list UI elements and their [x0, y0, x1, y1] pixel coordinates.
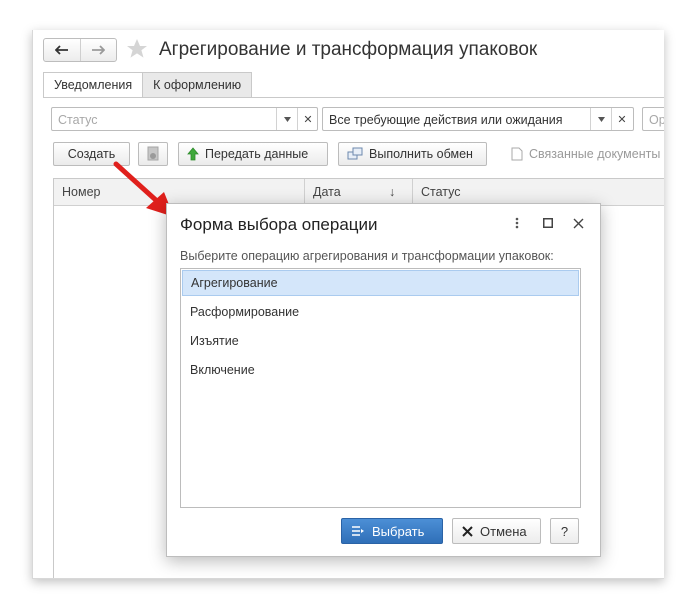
organization-placeholder: Ор	[649, 113, 664, 127]
help-button[interactable]: ?	[550, 518, 579, 544]
column-date[interactable]: Дата ↓	[304, 179, 412, 205]
tab-divider	[43, 97, 664, 98]
tab-to-process[interactable]: К оформлению	[142, 72, 253, 97]
select-list-icon	[352, 526, 364, 536]
arrow-left-icon	[54, 45, 68, 55]
mode-value: Все требующие действия или ожидания	[329, 113, 563, 127]
back-button[interactable]	[44, 39, 80, 61]
list-item-inclusion[interactable]: Включение	[182, 357, 579, 383]
organization-filter[interactable]: Ор	[642, 107, 664, 131]
list-item-disaggregation[interactable]: Расформирование	[182, 299, 579, 325]
maximize-button[interactable]	[539, 214, 557, 232]
dialog-title: Форма выбора операции	[180, 215, 378, 234]
close-icon	[462, 525, 473, 537]
run-exchange-label: Выполнить обмен	[369, 147, 473, 161]
window-title: Агрегирование и трансформация упаковок	[159, 39, 538, 60]
close-button[interactable]	[569, 214, 587, 232]
triangle-down-icon	[283, 116, 291, 122]
arrow-right-icon	[92, 45, 106, 55]
send-data-button[interactable]: Передать данные	[178, 142, 328, 166]
operation-select-dialog: Форма выбора операции Выберите операцию …	[166, 203, 601, 557]
operation-list[interactable]: Агрегирование Расформирование Изъятие Вк…	[180, 268, 581, 508]
mode-clear-button[interactable]: ✕	[611, 108, 632, 130]
arrow-up-green-icon	[187, 147, 199, 161]
mode-dropdown-button[interactable]	[590, 108, 611, 130]
close-icon	[573, 218, 583, 228]
more-menu-button[interactable]	[508, 214, 526, 232]
dialog-prompt: Выберите операцию агрегирования и трансф…	[180, 249, 554, 263]
column-status[interactable]: Статус	[412, 179, 664, 205]
select-button[interactable]: Выбрать	[341, 518, 443, 544]
status-dropdown-button[interactable]	[276, 108, 297, 130]
create-label: Создать	[67, 147, 116, 161]
related-documents-button[interactable]: Связанные документы	[511, 142, 660, 166]
mode-filter[interactable]: Все требующие действия или ожидания ✕	[322, 107, 634, 131]
help-label: ?	[560, 523, 569, 539]
maximize-icon	[543, 218, 553, 228]
cancel-label: Отмена	[480, 523, 527, 539]
tab-notifications[interactable]: Уведомления	[43, 72, 144, 98]
status-filter[interactable]: Статус ✕	[51, 107, 318, 131]
triangle-down-icon	[597, 116, 605, 122]
history-nav	[43, 38, 117, 62]
document-icon	[511, 147, 523, 161]
list-item-removal[interactable]: Изъятие	[182, 328, 579, 354]
select-label: Выбрать	[372, 523, 425, 539]
related-documents-label: Связанные документы	[529, 147, 661, 161]
run-exchange-button[interactable]: Выполнить обмен	[338, 142, 487, 166]
send-data-label: Передать данные	[205, 147, 309, 161]
cancel-button[interactable]: Отмена	[452, 518, 541, 544]
list-item-aggregation[interactable]: Агрегирование	[182, 270, 579, 296]
tab-bar: Уведомления К оформлению	[43, 72, 253, 98]
sort-arrow-icon: ↓	[389, 185, 396, 199]
column-date-label: Дата	[313, 185, 341, 199]
more-vertical-icon	[515, 217, 519, 229]
exchange-icon	[347, 147, 363, 160]
star-icon[interactable]	[125, 37, 149, 61]
status-placeholder: Статус	[58, 113, 98, 127]
forward-button[interactable]	[79, 39, 117, 61]
status-clear-button[interactable]: ✕	[297, 108, 318, 130]
